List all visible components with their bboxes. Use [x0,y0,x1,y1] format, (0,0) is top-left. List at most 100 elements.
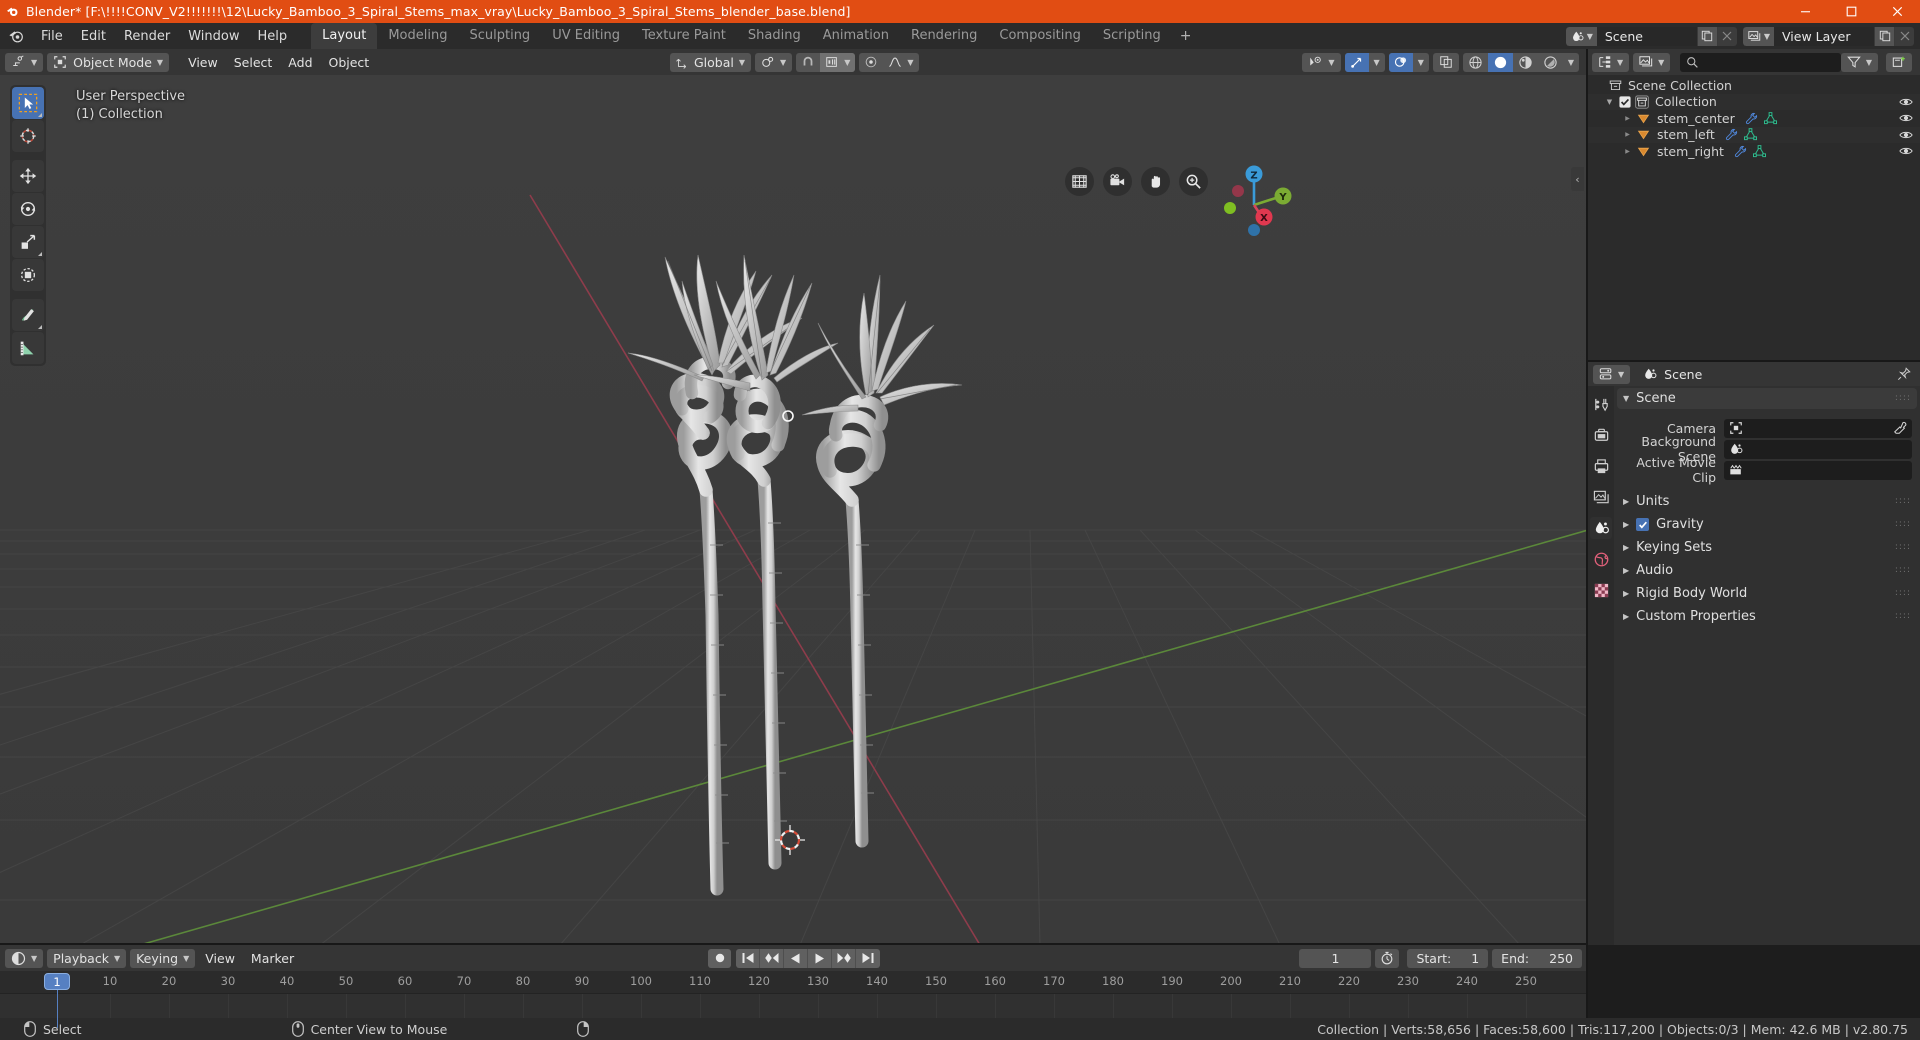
xray-toggle-icon[interactable] [1432,52,1459,72]
overlays-dropdown[interactable]: ▼ [1413,53,1429,72]
editor-splitter-vertical[interactable] [1586,49,1588,1028]
timeline-editor-icon[interactable]: ▼ [5,948,44,968]
gravity-checkbox[interactable] [1636,518,1650,531]
disclosure-triangle[interactable]: ▶ [1622,115,1633,122]
outliner-filter-id-icon[interactable]: ▼ [1633,52,1671,72]
pivot-point-selector[interactable]: ▼ [755,52,793,72]
tab-animation[interactable]: Animation [812,23,900,49]
panel-header-custom-properties[interactable]: ▶ Custom Properties :::: [1617,606,1917,627]
active-movie-clip-field[interactable] [1724,460,1912,480]
timeline-ruler[interactable]: 10 20 30 40 50 60 70 80 90 100 110 120 1… [0,971,1588,1028]
cursor-tool-button[interactable] [12,120,44,152]
collection-checkbox[interactable] [1619,96,1631,108]
tab-texture[interactable] [1590,579,1612,601]
transform-orientation-selector[interactable]: Global ▼ [670,52,752,72]
magnet-icon[interactable] [796,53,820,72]
scene-selector[interactable]: ▼ Scene [1565,26,1737,46]
tab-world[interactable] [1590,548,1612,570]
panel-header-keying-sets[interactable]: ▶ Keying Sets :::: [1617,537,1917,558]
delete-scene-button[interactable] [1716,26,1737,46]
modifier-icon[interactable] [1734,145,1747,158]
outliner-row-stem-center[interactable]: ▶ stem_center [1588,110,1920,127]
playhead-label[interactable]: 1 [44,973,70,990]
delete-view-layer-button[interactable] [1894,26,1914,46]
viewport-3d[interactable]: User Perspective (1) Collection Z Y X ‹ [0,75,1588,945]
visibility-eye-icon[interactable] [1899,111,1913,125]
object-mode-selector[interactable]: Object Mode ▼ [47,52,170,72]
menu-edit[interactable]: Edit [73,26,114,47]
timeline-menu-marker[interactable]: Marker [245,949,300,968]
tab-tool[interactable] [1590,393,1612,415]
visibility-eye-icon[interactable] [1899,95,1913,109]
visibility-eye-icon[interactable] [1899,128,1913,142]
outliner-filter-button[interactable]: ▼ [1840,52,1878,72]
measure-tool-button[interactable] [12,332,44,364]
add-workspace-button[interactable]: + [1172,26,1200,46]
gizmo-dropdown[interactable]: ▼ [1369,53,1385,72]
background-scene-field[interactable] [1724,439,1912,459]
panel-header-scene[interactable]: ▼ Scene :::: [1617,388,1917,409]
tab-texture-paint[interactable]: Texture Paint [631,23,737,49]
pin-icon[interactable] [1897,367,1911,381]
viewport-menu-view[interactable]: View [182,53,224,72]
menu-help[interactable]: Help [250,26,296,47]
visibility-eye-icon[interactable] [1899,144,1913,158]
tab-uv-editing[interactable]: UV Editing [541,23,631,49]
panel-header-audio[interactable]: ▶ Audio :::: [1617,560,1917,581]
proportional-edit-icon[interactable] [859,53,883,72]
shading-solid-button[interactable] [1487,52,1513,72]
visibility-selector-icon[interactable]: ▼ [1302,52,1341,72]
pan-view-icon[interactable] [1141,167,1170,196]
new-view-layer-button[interactable] [1874,26,1894,46]
modifier-icon[interactable] [1745,112,1758,125]
outliner-search-input[interactable] [1680,52,1841,72]
previous-keyframe-button[interactable] [760,948,784,968]
editor-splitter-bottom[interactable] [0,943,1588,945]
panel-header-rigid-body-world[interactable]: ▶ Rigid Body World :::: [1617,583,1917,604]
modifier-icon[interactable] [1725,128,1738,141]
tab-layout[interactable]: Layout [311,23,378,49]
record-button[interactable] [708,948,731,968]
annotate-tool-button[interactable] [12,299,44,331]
tab-modeling[interactable]: Modeling [377,23,458,49]
use-preview-range-button[interactable] [1375,948,1400,968]
tweak-tool-button[interactable] [12,87,44,119]
mesh-data-icon[interactable] [1752,144,1766,158]
start-frame-field[interactable]: Start: 1 [1407,948,1489,968]
current-frame-field[interactable]: 1 [1299,948,1372,968]
jump-to-end-button[interactable] [856,949,880,968]
disclosure-triangle[interactable]: ▼ [1604,98,1615,106]
outliner-row-stem-right[interactable]: ▶ stem_right [1588,143,1920,160]
tab-rendering[interactable]: Rendering [900,23,988,49]
transform-tool-button[interactable] [12,259,44,291]
timeline-menu-playback[interactable]: Playback ▼ [47,948,127,968]
viewport-menu-add[interactable]: Add [282,53,318,72]
tab-render[interactable] [1590,424,1612,446]
tab-output[interactable] [1590,455,1612,477]
mesh-data-icon[interactable] [1763,111,1777,125]
camera-field[interactable] [1724,418,1912,438]
blender-menu-icon[interactable] [8,28,24,44]
scale-tool-button[interactable] [12,226,44,258]
outliner-display-icon[interactable]: ▼ [1592,52,1630,72]
mesh-data-icon[interactable] [1743,128,1757,141]
jump-to-start-button[interactable] [736,948,760,968]
tab-sculpting[interactable]: Sculpting [458,23,541,49]
shading-dropdown[interactable]: ▼ [1563,53,1579,72]
maximize-button[interactable] [1828,0,1874,23]
camera-view-icon[interactable] [1103,167,1132,196]
new-collection-button[interactable] [1886,52,1912,72]
timeline-menu-keying[interactable]: Keying ▼ [130,948,196,968]
outliner-row-scene-collection[interactable]: Scene Collection [1588,77,1920,94]
new-scene-button[interactable] [1696,26,1717,46]
end-frame-field[interactable]: End: 250 [1492,948,1582,968]
move-tool-button[interactable] [12,160,44,192]
panel-header-gravity[interactable]: ▶ Gravity :::: [1617,514,1917,535]
grid-view-icon[interactable] [1065,167,1094,196]
eyedropper-icon[interactable] [1893,421,1907,435]
sidebar-toggle-arrow[interactable]: ‹ [1571,167,1584,191]
play-button[interactable] [808,948,832,968]
zoom-view-icon[interactable] [1179,167,1208,196]
viewport-menu-select[interactable]: Select [228,53,279,72]
editor-splitter-right[interactable] [1588,360,1920,362]
